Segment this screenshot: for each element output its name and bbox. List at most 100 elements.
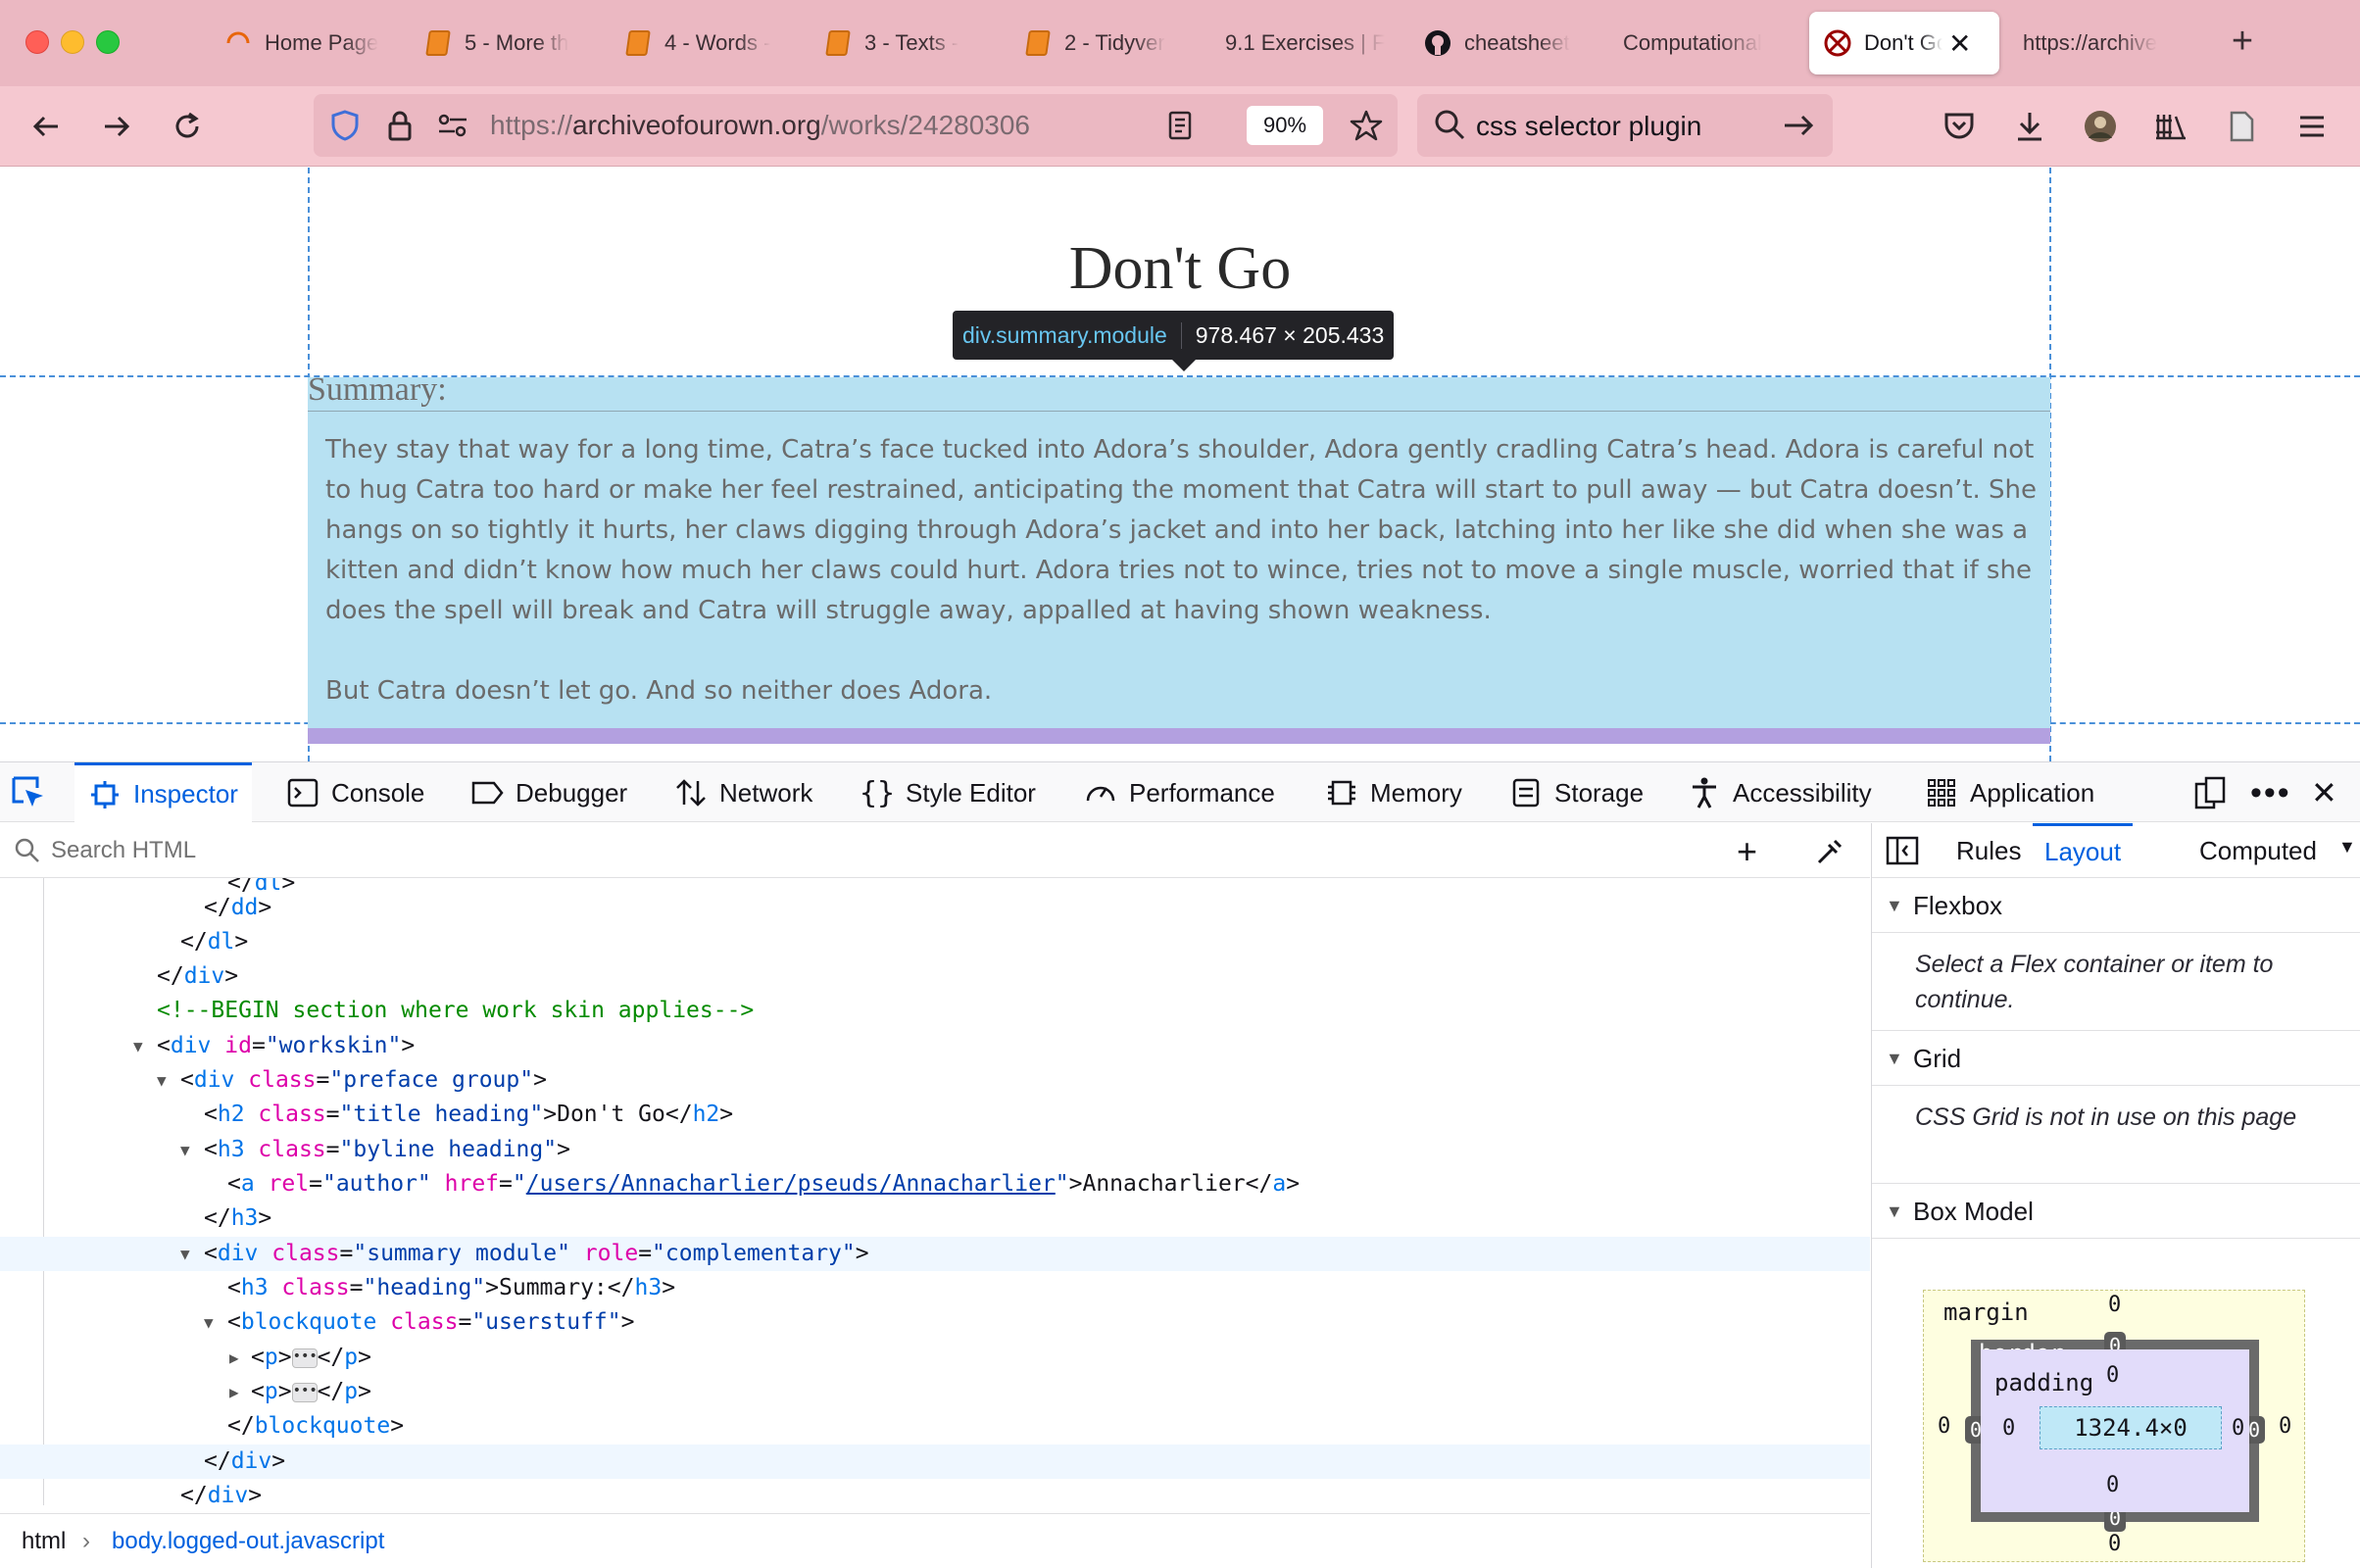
account-avatar[interactable] [2078, 104, 2123, 149]
padding-top-value[interactable]: 0 [2106, 1363, 2119, 1388]
close-tab-icon[interactable]: ✕ [1948, 27, 1971, 60]
responsive-design-button[interactable] [2193, 762, 2227, 823]
ellipsis-badge[interactable]: ••• [291, 1348, 318, 1368]
tab-network[interactable]: Network [674, 762, 812, 823]
tab-layout[interactable]: Layout [2033, 823, 2134, 878]
back-button[interactable] [24, 104, 69, 149]
tree-node[interactable]: <h3 class="heading">Summary:</h3> [0, 1271, 1870, 1305]
zoom-window-button[interactable] [96, 30, 120, 54]
padding-bottom-value[interactable]: 0 [2106, 1473, 2119, 1497]
tree-node[interactable]: ▼ <blockquote class="userstuff"> [0, 1305, 1870, 1340]
tab-3-texts[interactable]: 3 - Texts - [823, 12, 990, 74]
tab-accessibility[interactable]: Accessibility [1688, 762, 1872, 823]
search-bar[interactable]: css selector plugin [1417, 94, 1833, 157]
tree-node[interactable]: </h3> [0, 1201, 1870, 1236]
expand-triangle-icon[interactable]: ▼ [133, 1029, 153, 1063]
tree-node[interactable]: ▶ <p>•••</p> [0, 1341, 1870, 1375]
element-picker-button[interactable] [10, 762, 47, 823]
minimize-window-button[interactable] [61, 30, 84, 54]
flexbox-section-header[interactable]: ▼ Flexbox [1872, 878, 2360, 933]
url-text[interactable]: https://archiveofourown.org/works/242803… [490, 110, 1030, 141]
zoom-level-button[interactable]: 90% [1247, 106, 1323, 145]
margin-label: margin [1943, 1298, 2029, 1326]
page-action-button[interactable] [2219, 104, 2264, 149]
expand-triangle-icon[interactable]: ▼ [180, 1237, 200, 1271]
box-model-padding: padding 0 0 0 0 1324.4×0 [1981, 1349, 2249, 1512]
tree-node[interactable]: ▶ <p>•••</p> [0, 1375, 1870, 1409]
tab-storage[interactable]: Storage [1509, 762, 1644, 823]
tab-performance[interactable]: Performance [1084, 762, 1275, 823]
breadcrumb-item[interactable]: body.logged-out.javascript [112, 1528, 384, 1555]
tree-node-comment[interactable]: <!--BEGIN section where work skin applie… [0, 994, 1870, 1028]
tree-node-selected[interactable]: ▼ <div class="summary module" role="compl… [0, 1237, 1870, 1271]
tree-node[interactable]: </blockquote> [0, 1409, 1870, 1444]
tab-4-words[interactable]: 4 - Words - [623, 12, 790, 74]
tab-style-editor[interactable]: {} Style Editor [860, 762, 1036, 823]
tab-archive[interactable]: https://archive [2023, 12, 2189, 74]
tree-node[interactable]: </div> [0, 1479, 1870, 1505]
lock-icon[interactable] [382, 108, 418, 143]
reload-button[interactable] [165, 104, 210, 149]
collapse-triangle-icon[interactable]: ▶ [229, 1375, 249, 1409]
search-input[interactable]: css selector plugin [1476, 111, 1701, 142]
tab-console[interactable]: Console [286, 762, 424, 823]
margin-bottom-value[interactable]: 0 [2108, 1532, 2121, 1556]
tab-debugger[interactable]: Debugger [470, 762, 627, 823]
collapse-triangle-icon[interactable]: ▶ [229, 1341, 249, 1375]
forward-button[interactable] [94, 104, 139, 149]
tree-node[interactable]: ▼ <div class="preface group"> [0, 1063, 1870, 1098]
app-menu-button[interactable] [2289, 104, 2335, 149]
tree-node[interactable]: </dd> [0, 891, 1870, 925]
tab-5-more[interactable]: 5 - More th [423, 12, 590, 74]
expand-triangle-icon[interactable]: ▼ [157, 1063, 176, 1098]
tab-home-page[interactable]: Home Page [223, 12, 388, 74]
margin-top-value[interactable]: 0 [2108, 1293, 2121, 1317]
tab-2-tidyverse[interactable]: 2 - Tidyver [1023, 12, 1190, 74]
html-tree[interactable]: </dl> </dd> </dl> </div> <!--BEGIN secti… [0, 878, 1870, 1505]
tree-node-selected-close[interactable]: </div> [0, 1445, 1870, 1479]
permissions-icon[interactable] [435, 108, 470, 143]
tree-node[interactable]: </dl> [0, 925, 1870, 959]
toggle-sidebar-icon[interactable] [1886, 835, 1919, 871]
close-window-button[interactable] [25, 30, 49, 54]
tab-inspector[interactable]: Inspector [74, 762, 252, 823]
pocket-button[interactable] [1937, 104, 1982, 149]
tab-rules[interactable]: Rules [1956, 823, 2021, 878]
margin-right-value[interactable]: 0 [2279, 1414, 2291, 1439]
tree-node[interactable]: ▼ <h3 class="byline heading"> [0, 1133, 1870, 1167]
tab-cheatsheet[interactable]: cheatsheet [1423, 12, 1590, 74]
bookmark-star-icon[interactable] [1349, 108, 1384, 143]
tab-exercises[interactable]: 9.1 Exercises | F [1225, 12, 1392, 74]
tracking-protection-shield-icon[interactable] [327, 108, 363, 143]
url-bar[interactable]: https://archiveofourown.org/works/242803… [314, 94, 1398, 157]
grid-section-header[interactable]: ▼ Grid [1872, 1031, 2360, 1086]
tab-dont-go[interactable]: Don't Go ✕ [1809, 12, 1999, 74]
library-button[interactable] [2148, 104, 2193, 149]
downloads-button[interactable] [2007, 104, 2052, 149]
close-devtools-icon[interactable]: ✕ [2311, 762, 2337, 823]
tab-computed[interactable]: Computed [2199, 823, 2317, 878]
padding-right-value[interactable]: 0 [2232, 1416, 2244, 1441]
tree-node[interactable]: ▼ <div id="workskin"> [0, 1029, 1870, 1063]
padding-left-value[interactable]: 0 [2002, 1416, 2015, 1441]
add-node-button[interactable]: + [1737, 831, 1757, 872]
breadcrumb-item[interactable]: html [22, 1528, 66, 1555]
tree-node[interactable]: <a rel="author" href="/users/Annacharlie… [0, 1167, 1870, 1201]
more-options-icon[interactable]: ••• [2250, 762, 2291, 823]
tab-application[interactable]: Application [1925, 762, 2094, 823]
tree-node[interactable]: <h2 class="title heading">Don't Go</h2> [0, 1098, 1870, 1132]
chevron-down-icon[interactable]: ▼ [2338, 837, 2356, 858]
search-go-arrow-icon[interactable] [1782, 110, 1815, 146]
reader-view-icon[interactable] [1162, 108, 1198, 143]
tab-memory[interactable]: Memory [1325, 762, 1462, 823]
eyedropper-icon[interactable] [1815, 835, 1846, 871]
expand-triangle-icon[interactable]: ▼ [180, 1133, 200, 1167]
search-html-input[interactable]: Search HTML [51, 837, 196, 864]
expand-triangle-icon[interactable]: ▼ [204, 1305, 223, 1340]
tree-node[interactable]: </div> [0, 959, 1870, 994]
new-tab-button[interactable]: + [2223, 22, 2262, 61]
margin-left-value[interactable]: 0 [1938, 1414, 1950, 1439]
ellipsis-badge[interactable]: ••• [291, 1382, 318, 1402]
box-model-section-header[interactable]: ▼ Box Model [1872, 1184, 2360, 1239]
tab-computational[interactable]: Computational [1623, 12, 1790, 74]
